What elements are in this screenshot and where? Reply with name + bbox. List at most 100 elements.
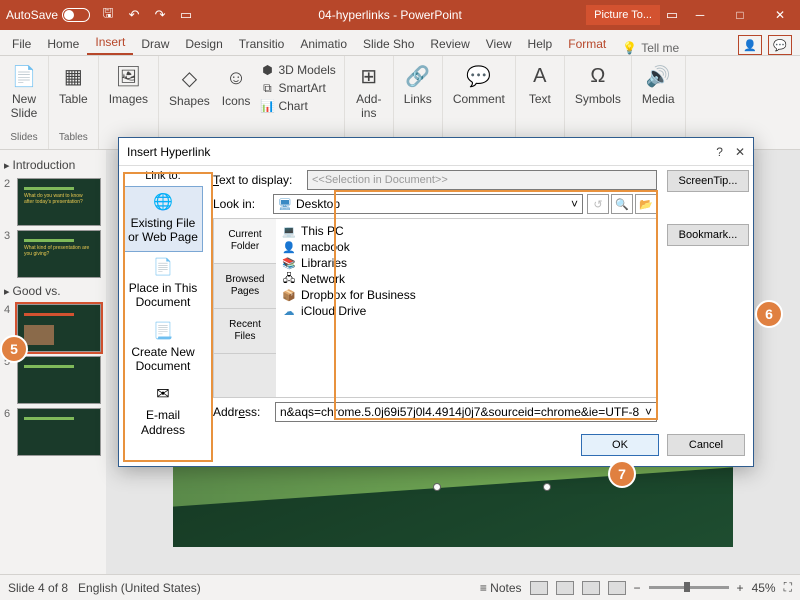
zoom-level[interactable]: 45% xyxy=(752,581,776,595)
media-button[interactable]: 🔊Media xyxy=(638,60,679,108)
browse-list[interactable]: 💻This PC 👤macbook 📚Libraries 🖧Network 📦D… xyxy=(276,219,656,397)
browse-web-button[interactable]: 🔍 xyxy=(611,194,633,214)
sorter-view-button[interactable] xyxy=(556,581,574,595)
tab-design[interactable]: Design xyxy=(177,33,230,55)
save-icon[interactable]: 🖫 xyxy=(100,7,116,23)
browse-tab-current[interactable]: Current Folder xyxy=(214,219,276,264)
email-icon: ✉ xyxy=(151,385,175,405)
thumb-5[interactable] xyxy=(17,356,101,404)
table-icon: ▦ xyxy=(59,62,87,90)
tab-home[interactable]: Home xyxy=(39,33,87,55)
normal-view-button[interactable] xyxy=(530,581,548,595)
look-in-select[interactable]: 🖥 Desktop ˅ xyxy=(273,194,583,214)
comments-button[interactable]: 💬 xyxy=(768,35,792,55)
linkto-create-new[interactable]: 📃Create New Document xyxy=(123,316,203,380)
thumb-3[interactable]: What kind of presentation areyou giving? xyxy=(17,230,101,278)
tab-transitions[interactable]: Transitio xyxy=(231,33,293,55)
ok-button[interactable]: OK xyxy=(581,434,659,456)
chevron-down-icon: ˅ xyxy=(645,405,652,419)
browse-tab-recent[interactable]: Recent Files xyxy=(214,309,276,354)
new-slide-button[interactable]: 📄New Slide xyxy=(6,60,42,122)
list-item[interactable]: 📚Libraries xyxy=(280,255,652,271)
list-item[interactable]: 🖧Network xyxy=(280,271,652,287)
address-label: Address: xyxy=(213,405,269,419)
zoom-out[interactable]: − xyxy=(634,581,641,595)
tab-review[interactable]: Review xyxy=(422,33,477,55)
tab-draw[interactable]: Draw xyxy=(133,33,177,55)
reading-view-button[interactable] xyxy=(582,581,600,595)
zoom-slider[interactable] xyxy=(649,586,729,589)
thumb-4[interactable] xyxy=(17,304,101,352)
language[interactable]: English (United States) xyxy=(78,581,201,595)
list-item[interactable]: 👤macbook xyxy=(280,239,652,255)
chart-button[interactable]: 📊Chart xyxy=(258,98,337,114)
new-doc-icon: 📃 xyxy=(151,322,175,342)
shapes-button[interactable]: ◇Shapes xyxy=(165,62,214,110)
tab-slideshow[interactable]: Slide Sho xyxy=(355,33,422,55)
tab-view[interactable]: View xyxy=(478,33,520,55)
addins-button[interactable]: ⊞Add- ins xyxy=(351,60,387,122)
list-item[interactable]: ☁iCloud Drive xyxy=(280,303,652,319)
bulb-icon: 💡 xyxy=(622,41,637,55)
ribbon-options-icon[interactable]: ▭ xyxy=(664,7,680,23)
titlebar: AutoSave 🖫 ↶ ↷ ▭ 04-hyperlinks - PowerPo… xyxy=(0,0,800,30)
screentip-button[interactable]: ScreenTip... xyxy=(667,170,749,192)
linkto-existing-file[interactable]: 🌐Existing File or Web Page xyxy=(123,186,203,252)
bookmark-button[interactable]: Bookmark... xyxy=(667,224,749,246)
tab-animations[interactable]: Animatio xyxy=(292,33,355,55)
tell-me-search[interactable]: 💡Tell me xyxy=(622,41,679,55)
text-button[interactable]: AText xyxy=(522,60,558,108)
group-slides: Slides xyxy=(10,132,37,145)
cancel-button[interactable]: Cancel xyxy=(667,434,745,456)
symbols-button[interactable]: ΩSymbols xyxy=(571,60,625,108)
address-input[interactable]: n&aqs=chrome.5.0j69i57j0l4.4914j0j7&sour… xyxy=(275,402,657,422)
slideshow-view-button[interactable] xyxy=(608,581,626,595)
comment-icon: 💬 xyxy=(465,62,493,90)
3d-icon: ⬢ xyxy=(260,63,274,77)
3d-models-button[interactable]: ⬢3D Models xyxy=(258,62,337,78)
dialog-close-button[interactable]: ✕ xyxy=(735,145,745,159)
media-icon: 🔊 xyxy=(644,62,672,90)
fit-to-window-icon[interactable]: ⛶ xyxy=(784,580,792,595)
slide-counter[interactable]: Slide 4 of 8 xyxy=(8,581,68,595)
close-button[interactable]: ✕ xyxy=(760,0,800,30)
images-button[interactable]: 🖼Images xyxy=(105,60,152,108)
autosave-toggle[interactable]: AutoSave xyxy=(6,8,90,22)
tab-format[interactable]: Format xyxy=(560,33,614,55)
user-icon: 👤 xyxy=(282,240,296,254)
tab-help[interactable]: Help xyxy=(520,33,561,55)
thumb-6[interactable] xyxy=(17,408,101,456)
redo-icon[interactable]: ↷ xyxy=(152,7,168,23)
table-button[interactable]: ▦Table xyxy=(55,60,92,108)
addins-icon: ⊞ xyxy=(355,62,383,90)
zoom-in[interactable]: + xyxy=(737,581,744,595)
maximize-button[interactable]: □ xyxy=(720,0,760,30)
context-tab[interactable]: Picture To... xyxy=(586,5,660,25)
share-button[interactable]: 👤 xyxy=(738,35,762,55)
up-folder-button[interactable]: ↺ xyxy=(587,194,609,214)
linkto-email[interactable]: ✉E-mail Address xyxy=(123,379,203,443)
notes-button[interactable]: ≡ Notes xyxy=(480,581,522,595)
section-intro[interactable]: ▸ Introduction xyxy=(4,156,102,174)
list-item[interactable]: 💻This PC xyxy=(280,223,652,239)
comment-button[interactable]: 💬Comment xyxy=(449,60,509,108)
linkto-place-in-doc[interactable]: 📄Place in This Document xyxy=(123,252,203,316)
tab-insert[interactable]: Insert xyxy=(87,31,133,55)
desktop-icon: 🖥 xyxy=(278,197,292,211)
chart-icon: 📊 xyxy=(260,99,274,113)
links-button[interactable]: 🔗Links xyxy=(400,60,436,108)
help-button[interactable]: ? xyxy=(716,145,723,159)
section-good[interactable]: ▸ Good vs. xyxy=(4,282,102,300)
smartart-button[interactable]: ⧉SmartArt xyxy=(258,80,337,96)
chevron-down-icon: ˅ xyxy=(571,197,578,211)
start-from-beginning-icon[interactable]: ▭ xyxy=(178,7,194,23)
list-item[interactable]: 📦Dropbox for Business xyxy=(280,287,652,303)
icons-icon: ☺ xyxy=(222,64,250,92)
undo-icon[interactable]: ↶ xyxy=(126,7,142,23)
icons-button[interactable]: ☺Icons xyxy=(218,62,255,110)
tab-file[interactable]: File xyxy=(4,33,39,55)
minimize-button[interactable]: ─ xyxy=(680,0,720,30)
browse-file-button[interactable]: 📂 xyxy=(635,194,657,214)
thumb-2[interactable]: What do you want to knowafter today's pr… xyxy=(17,178,101,226)
browse-tab-browsed[interactable]: Browsed Pages xyxy=(214,264,276,309)
